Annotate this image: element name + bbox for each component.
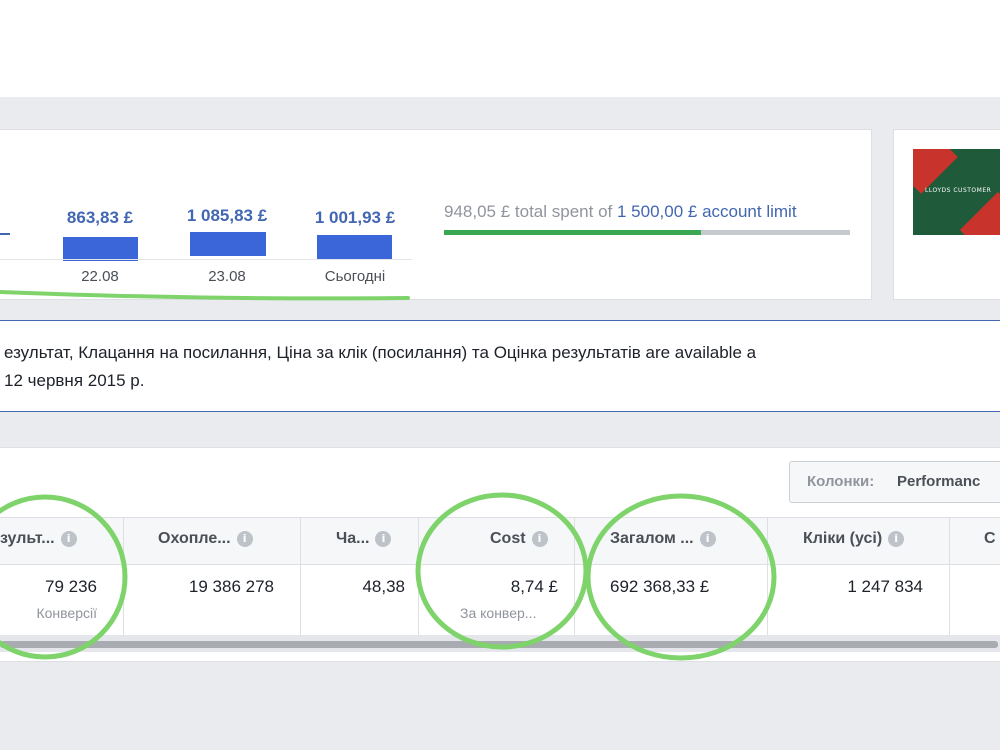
cell-value: 1 247 834 [847,577,923,596]
bar-value: 1 085,83 £ [186,206,268,225]
table-cell-clicks-all: 1 247 834 [768,565,950,635]
columns-value: Performanc [897,473,981,490]
info-icon[interactable]: i [888,531,905,547]
chart-baseline [0,259,412,260]
notice-line-1: езультат, Клацання на посилання, Ціна за… [4,343,757,362]
thumbnail-decoration [959,191,1000,235]
cell-value: 79 236 [45,577,97,596]
notice-line-2: 12 червня 2015 р. [4,371,145,390]
bar-partial [0,233,10,245]
column-header-cost[interactable]: Cost i [419,518,575,564]
bar-column-22-08: 863,83 £ 22.08 [55,208,145,288]
column-header-clicks-all[interactable]: Кліки (усі) i [768,518,950,564]
columns-label: Колонки: [807,473,875,490]
table-cell-frequency: 48,38 [301,565,419,635]
bar [63,237,138,261]
column-header-reach[interactable]: Охопле... i [124,518,301,564]
column-header-label: C [984,530,996,547]
table-cell-reach: 19 386 278 [124,565,301,635]
columns-dropdown[interactable]: Колонки: Performanc [789,461,1000,503]
cell-value: 19 386 278 [188,577,274,596]
bar-value: 1 001,93 £ [314,208,396,227]
column-header-truncated[interactable]: C [950,518,1000,564]
cell-value: 692 368,33 £ [610,577,710,596]
bar [317,235,392,259]
column-header-label: Ча... [336,530,370,547]
ad-preview-thumbnail[interactable]: LLOYDS CUSTOMER [913,149,1000,235]
info-icon[interactable]: i [60,531,77,547]
cell-value: 48,38 [362,577,405,596]
column-header-label: зульт... [0,530,55,547]
bar-value: 863,83 £ [66,208,134,227]
cell-value: 8,74 £ [510,577,558,596]
info-icon[interactable]: i [531,531,548,547]
spent-label: total spent of [510,202,617,221]
bar-date: 22.08 [81,268,119,285]
limit-label: account limit [697,202,797,221]
cell-subtext: Конверсії [36,605,97,621]
thumbnail-logo-text: LLOYDS CUSTOMER [925,187,992,194]
table-cell-total-spent: 692 368,33 £ [575,565,768,635]
bar [190,232,266,256]
ad-preview-card[interactable]: LLOYDS CUSTOMER [893,129,1000,300]
limit-amount: 1 500,00 £ [616,202,698,221]
table-cell-results: 79 236 Конверсії [0,565,124,635]
bar-column-today: 1 001,93 £ Сьогодні [310,208,400,288]
column-header-label: Загалом ... [610,530,694,547]
column-header-label: Охопле... [158,530,231,547]
info-icon[interactable]: i [236,531,253,547]
bar-date: Сьогодні [324,268,386,285]
table-cell-cost: 8,74 £ За конвер... [419,565,575,635]
spend-progress-bar [444,230,850,235]
spent-amount: 948,05 £ [444,202,511,221]
table-cell-truncated [950,565,1000,635]
account-limit-link[interactable]: 1 500,00 £ account limit [617,202,797,221]
spend-progress-fill [444,230,701,235]
bar-date: 23.08 [208,268,246,285]
column-header-frequency[interactable]: Ча... i [301,518,419,564]
cell-subtext: За конвер... [460,605,537,621]
column-header-total-spent[interactable]: Загалом ... i [575,518,768,564]
account-spend-text: 948,05 £ total spent of 1 500,00 £ accou… [444,202,797,222]
horizontal-scrollbar-thumb[interactable] [0,641,998,648]
column-header-label: Кліки (усі) [803,530,883,547]
notice-banner [0,320,1000,412]
column-header-label: Cost [490,530,526,547]
column-header-results[interactable]: зульт... i [0,518,124,564]
info-icon[interactable]: i [699,531,716,547]
info-icon[interactable]: i [375,531,392,547]
bar-column-23-08: 1 085,83 £ 23.08 [182,206,272,288]
